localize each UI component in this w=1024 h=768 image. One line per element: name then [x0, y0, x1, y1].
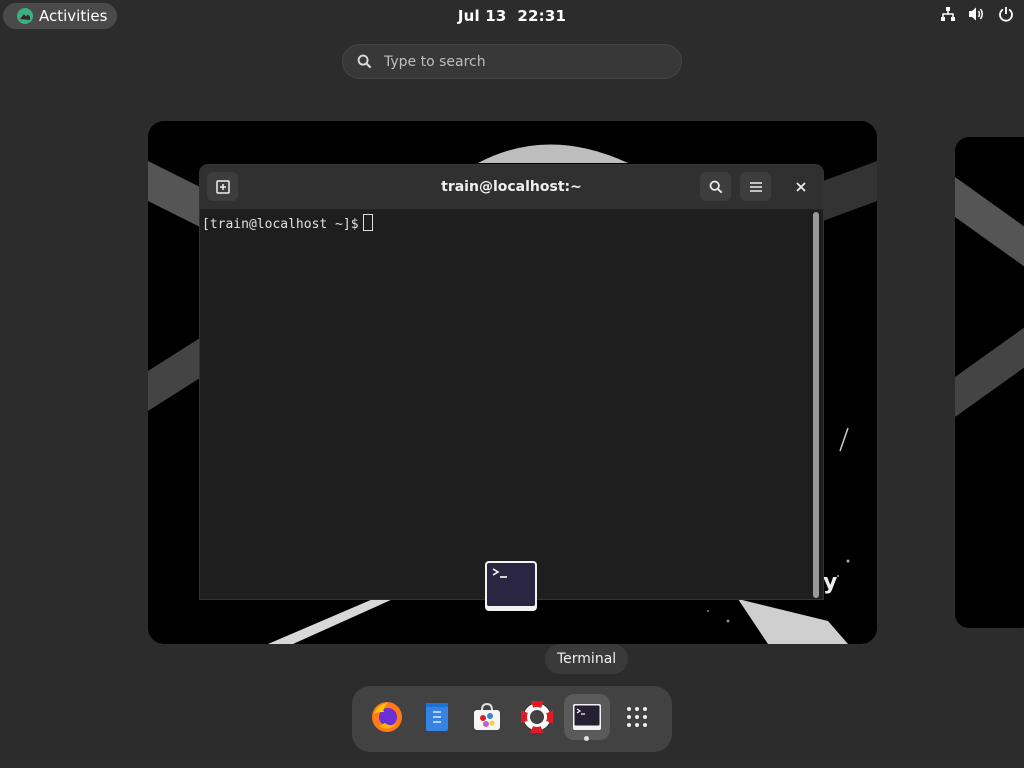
wallpaper-letter: y	[823, 570, 838, 595]
top-bar: Activities Jul 13 22:31	[0, 0, 1024, 32]
dock-item-help[interactable]	[514, 694, 560, 740]
system-tray[interactable]	[940, 6, 1014, 22]
clock-date: Jul 13	[457, 7, 507, 25]
clock-time: 22:31	[517, 7, 567, 25]
app-grid-icon	[627, 707, 647, 727]
power-icon[interactable]	[998, 6, 1014, 22]
dock-item-app-grid[interactable]	[614, 694, 660, 740]
running-indicator	[584, 736, 589, 741]
search-input[interactable]	[382, 52, 666, 71]
hamburger-menu-icon	[749, 181, 762, 192]
close-icon	[795, 181, 806, 192]
menu-button[interactable]	[740, 172, 771, 201]
wallpaper-decoration-next	[955, 177, 1024, 417]
search-icon	[709, 180, 722, 193]
terminal-prompt-icon	[492, 568, 507, 578]
dock-tooltip: Terminal	[545, 644, 629, 674]
dock-item-text-editor[interactable]	[414, 694, 460, 740]
workspace-preview-next[interactable]	[955, 137, 1024, 628]
dock-item-software[interactable]	[464, 694, 510, 740]
terminal-headerbar[interactable]: train@localhost:~	[200, 165, 823, 210]
firefox-icon	[372, 702, 402, 732]
volume-icon[interactable]	[968, 6, 986, 22]
terminal-window[interactable]: train@localhost:~ [train@localhost ~]$	[200, 165, 823, 599]
help-lifebuoy-icon	[521, 701, 553, 733]
shell-prompt: [train@localhost ~]$	[202, 217, 359, 232]
dash-dock	[352, 686, 672, 752]
search-bar[interactable]	[342, 44, 682, 79]
text-editor-icon	[426, 703, 448, 731]
dock-item-terminal[interactable]	[564, 694, 610, 740]
terminal-window-app-icon	[485, 561, 537, 611]
search-icon	[357, 54, 372, 69]
close-button[interactable]	[785, 172, 816, 201]
dock-item-firefox[interactable]	[364, 694, 410, 740]
search-button[interactable]	[700, 172, 731, 201]
network-icon[interactable]	[940, 6, 956, 22]
terminal-content[interactable]: [train@localhost ~]$	[200, 210, 810, 599]
clock[interactable]: Jul 13 22:31	[0, 0, 1024, 32]
text-cursor	[362, 214, 373, 231]
software-icon	[474, 702, 500, 730]
terminal-scrollbar[interactable]	[813, 212, 819, 598]
terminal-icon	[573, 704, 601, 730]
